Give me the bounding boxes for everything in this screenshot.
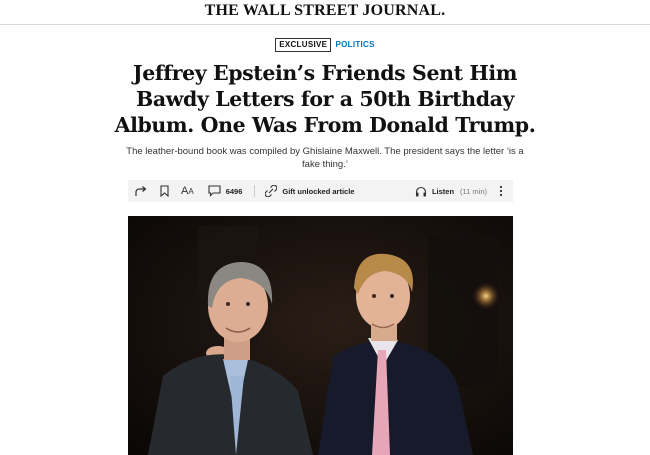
comments-button[interactable]: 6496 [208,185,243,197]
listen-duration: (11 min) [460,186,487,196]
gift-article-button[interactable]: Gift unlocked article [265,185,354,197]
article-headline: Jeffrey Epstein’s Friends Sent Him Bawdy… [114,61,536,137]
article-dek: The leather-bound book was compiled by G… [126,146,524,170]
comment-icon [208,185,221,197]
article-hero-photo [128,216,513,455]
article-flags: EXCLUSIVE POLITICS [0,38,650,52]
article-toolbar: AA 6496 Gift unlocked article Listen (11… [128,180,513,202]
comments-count: 6496 [225,186,243,196]
more-icon[interactable] [499,185,503,197]
masthead: THE WALL STREET JOURNAL. [0,0,650,25]
gift-article-label: Gift unlocked article [282,186,355,196]
listen-label: Listen [431,186,455,196]
bookmark-icon[interactable] [160,185,169,197]
hero-photo-image [128,216,513,455]
headphones-icon [415,186,427,197]
gift-icon [265,185,278,197]
exclusive-badge: EXCLUSIVE [275,38,332,52]
section-link-politics[interactable]: POLITICS [335,40,374,50]
share-icon[interactable] [135,185,148,197]
site-logo[interactable]: THE WALL STREET JOURNAL. [205,2,446,19]
listen-button[interactable]: Listen (11 min) [415,186,487,197]
text-size-icon[interactable]: AA [181,185,194,197]
toolbar-divider [254,185,256,197]
